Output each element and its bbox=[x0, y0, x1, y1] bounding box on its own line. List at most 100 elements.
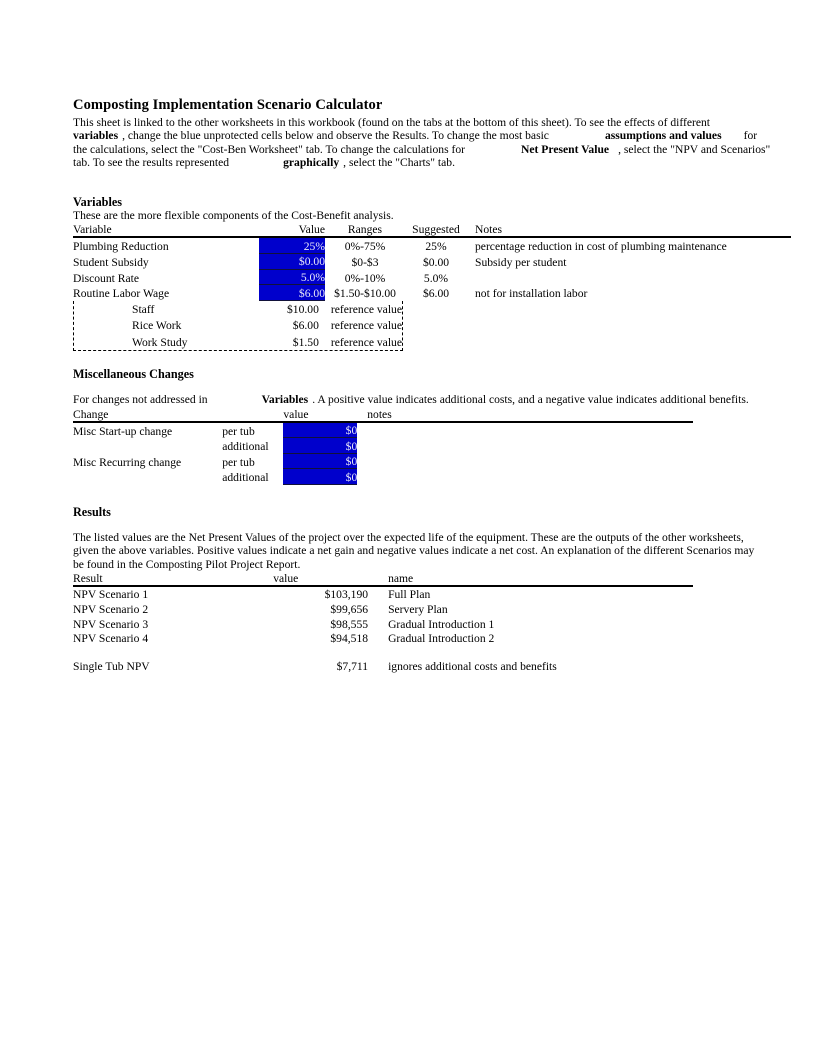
variables-header-row: Variable Value Ranges Suggested Notes bbox=[73, 222, 791, 236]
variables-col-header-ranges: Ranges bbox=[347, 223, 383, 237]
table-row: Misc Recurring change per tub $0 bbox=[73, 453, 693, 470]
variable-label: Plumbing Reduction bbox=[73, 240, 169, 254]
results-description: The listed values are the Net Present Va… bbox=[73, 531, 755, 571]
variable-note: not for installation labor bbox=[475, 287, 588, 301]
results-table: Result value name NPV Scenario 1 $103,19… bbox=[73, 571, 693, 673]
table-row: Student Subsidy $0.00 $0-$3 $0.00 Subsid… bbox=[73, 253, 791, 270]
list-item: Staff $10.00 reference value bbox=[74, 301, 402, 318]
variable-suggested: 5.0% bbox=[423, 271, 449, 285]
misc-change-label bbox=[73, 469, 216, 485]
result-value: $103,190 bbox=[324, 588, 369, 602]
intro-bold-assumptions: assumptions and values bbox=[604, 129, 722, 143]
misc-desc-post: . A positive value indicates additional … bbox=[312, 393, 749, 407]
variable-note: percentage reduction in cost of plumbing… bbox=[475, 240, 727, 254]
result-label: NPV Scenario 3 bbox=[73, 617, 149, 631]
misc-description: For changes not addressed in Variables. A… bbox=[73, 393, 773, 406]
misc-change-note bbox=[357, 453, 693, 469]
variable-suggested: $6.00 bbox=[422, 287, 450, 301]
reference-value: $1.50 bbox=[292, 335, 319, 349]
misc-col-header-value: value bbox=[283, 407, 309, 421]
table-row: additional $0 bbox=[73, 468, 693, 486]
table-row: Misc Start-up change per tub $0 bbox=[73, 421, 693, 439]
misc-change-basis: per tub bbox=[222, 455, 255, 469]
student-subsidy-input[interactable]: $0.00 bbox=[259, 253, 325, 270]
variables-subtitle: These are the more flexible components o… bbox=[73, 209, 394, 223]
variable-label: Routine Labor Wage bbox=[73, 287, 170, 301]
variable-label: Student Subsidy bbox=[73, 255, 149, 269]
results-col-header-result: Result bbox=[73, 571, 103, 585]
variables-col-header-variable: Variable bbox=[73, 223, 112, 237]
misc-changes-table: Change value notes Misc Start-up change … bbox=[73, 407, 693, 486]
variables-table: Variable Value Ranges Suggested Notes Pl… bbox=[73, 222, 791, 301]
single-tub-row: Single Tub NPV $7,711 ignores additional… bbox=[73, 658, 693, 673]
result-label: NPV Scenario 4 bbox=[73, 632, 149, 646]
reference-value: $10.00 bbox=[286, 302, 319, 316]
single-tub-label: Single Tub NPV bbox=[73, 659, 150, 673]
table-row: additional $0 bbox=[73, 437, 693, 454]
misc-recurring-additional-input[interactable]: $0 bbox=[283, 468, 358, 486]
results-col-header-value: value bbox=[273, 571, 299, 585]
variable-range: 0%-75% bbox=[344, 240, 386, 254]
misc-header-row: Change value notes bbox=[73, 407, 693, 421]
misc-desc-bold-variables: Variables bbox=[261, 393, 309, 407]
reference-note: reference value bbox=[330, 335, 402, 349]
table-row: Plumbing Reduction 25% 0%-75% 25% percen… bbox=[73, 237, 791, 255]
intro-paragraph: This sheet is linked to the other worksh… bbox=[73, 116, 773, 169]
list-item: Rice Work $6.00 reference value bbox=[74, 317, 402, 334]
reference-label: Staff bbox=[132, 302, 155, 316]
table-row: Discount Rate 5.0% 0%-10% 5.0% bbox=[73, 269, 791, 286]
misc-startup-per-tub-input[interactable]: $0 bbox=[283, 421, 358, 439]
single-tub-value: $7,711 bbox=[336, 659, 369, 673]
discount-rate-input[interactable]: 5.0% bbox=[259, 269, 325, 286]
table-row: NPV Scenario 4 $94,518 Gradual Introduct… bbox=[73, 631, 693, 646]
variables-col-header-value: Value bbox=[298, 223, 325, 237]
misc-startup-additional-input[interactable]: $0 bbox=[283, 437, 358, 454]
misc-change-label: Misc Recurring change bbox=[73, 455, 182, 469]
intro-bold-variables: variables bbox=[73, 129, 119, 143]
variable-note: Subsidy per student bbox=[475, 255, 567, 269]
reference-note: reference value bbox=[330, 319, 402, 333]
worksheet-body: Composting Implementation Scenario Calcu… bbox=[73, 98, 803, 673]
table-row: Routine Labor Wage $6.00 $1.50-$10.00 $6… bbox=[73, 284, 791, 301]
reference-label: Rice Work bbox=[132, 319, 182, 333]
page-canvas: Composting Implementation Scenario Calcu… bbox=[0, 0, 817, 1057]
misc-change-basis: per tub bbox=[222, 424, 255, 438]
misc-col-header-change: Change bbox=[73, 407, 109, 421]
table-row: NPV Scenario 2 $99,656 Servery Plan bbox=[73, 602, 693, 617]
reference-note: reference value bbox=[330, 302, 402, 316]
misc-change-note bbox=[357, 469, 693, 485]
result-scenario-name: Gradual Introduction 1 bbox=[388, 617, 495, 631]
variable-note bbox=[467, 269, 791, 285]
variable-range: $1.50-$10.00 bbox=[334, 287, 396, 301]
misc-change-note bbox=[357, 422, 693, 438]
single-tub-note: ignores additional costs and benefits bbox=[388, 659, 557, 673]
results-col-header-name: name bbox=[388, 571, 414, 585]
routine-labor-wage-input[interactable]: $6.00 bbox=[259, 284, 325, 301]
plumbing-reduction-input[interactable]: 25% bbox=[259, 237, 325, 255]
misc-change-label bbox=[73, 438, 216, 454]
misc-change-basis: additional bbox=[222, 440, 269, 454]
result-value: $94,518 bbox=[330, 632, 369, 646]
misc-col-header-notes: notes bbox=[367, 407, 392, 421]
misc-change-label: Misc Start-up change bbox=[73, 424, 173, 438]
intro-bold-npv: Net Present Value bbox=[521, 142, 610, 156]
table-row: NPV Scenario 3 $98,555 Gradual Introduct… bbox=[73, 616, 693, 631]
result-scenario-name: Gradual Introduction 2 bbox=[388, 632, 495, 646]
variable-suggested: $0.00 bbox=[422, 255, 450, 269]
intro-segment-1: This sheet is linked to the other worksh… bbox=[73, 116, 711, 129]
variables-heading: Variables bbox=[73, 195, 122, 210]
results-header-row: Result value name bbox=[73, 571, 693, 585]
variables-col-header-notes: Notes bbox=[475, 223, 503, 237]
variable-label: Discount Rate bbox=[73, 271, 140, 285]
table-row: NPV Scenario 1 $103,190 Full Plan bbox=[73, 586, 693, 602]
misc-recurring-per-tub-input[interactable]: $0 bbox=[283, 453, 358, 470]
intro-segment-5: , select the "Charts" tab. bbox=[343, 155, 455, 169]
results-heading: Results bbox=[73, 505, 111, 520]
reference-values-table: Staff $10.00 reference value Rice Work $… bbox=[74, 301, 402, 351]
intro-bold-graphically: graphically bbox=[283, 155, 340, 169]
misc-desc-pre: For changes not addressed in bbox=[73, 393, 208, 407]
result-value: $98,555 bbox=[330, 617, 369, 631]
misc-heading: Miscellaneous Changes bbox=[73, 367, 194, 382]
intro-segment-2: , change the blue unprotected cells belo… bbox=[122, 129, 549, 143]
misc-col-header-blank bbox=[216, 407, 283, 421]
